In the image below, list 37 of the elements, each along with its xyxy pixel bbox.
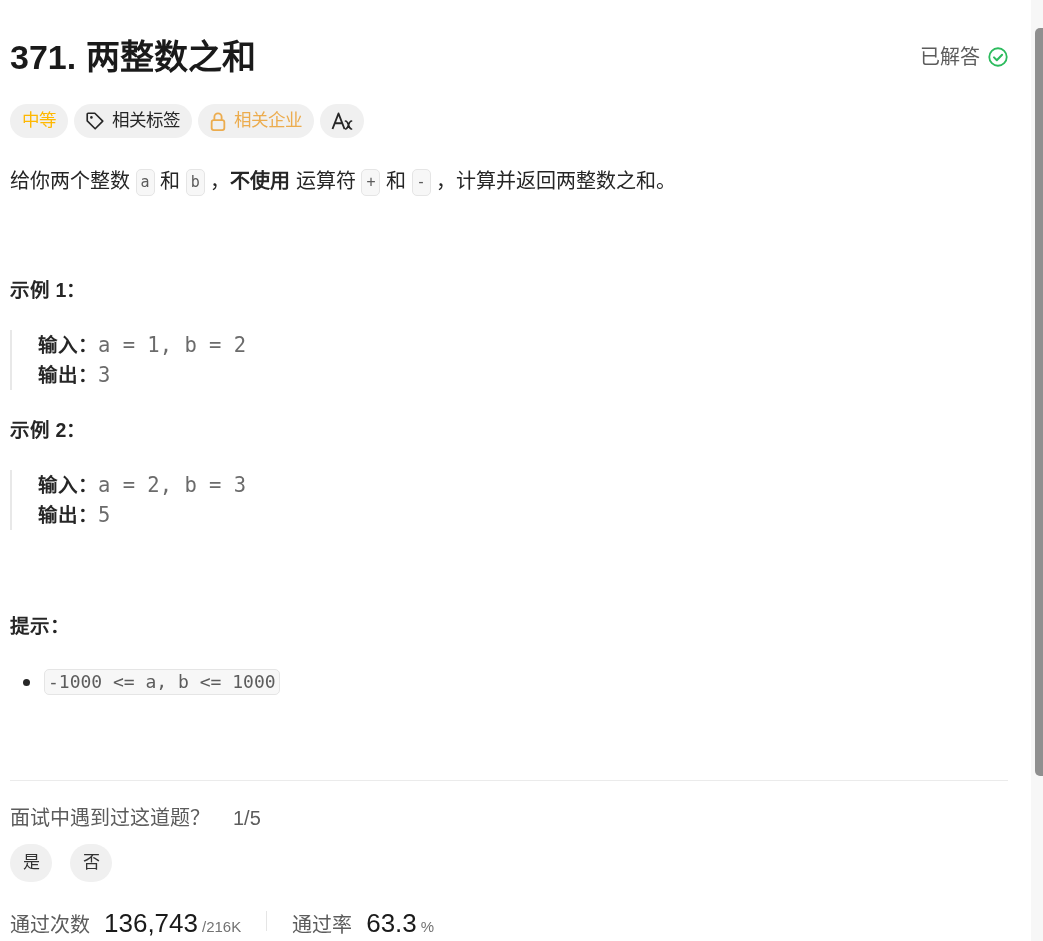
hints-heading: 提示： [10,614,71,639]
constraint-code: -1000 <= a, b <= 1000 [44,669,280,695]
vote-button[interactable]: 是 [10,844,52,882]
topics-button[interactable]: 相关标签 [74,104,192,138]
inline-code: b [185,169,205,197]
problem-title: 371. 两整数之和 [10,37,256,78]
stat-label: 通过次数 [10,913,90,938]
interview-question: 面试中遇到过这道题？ [10,807,210,829]
example-label: 输入： [38,334,98,356]
stat-suffix: % [420,917,435,937]
lock-icon [210,111,226,131]
bullet-icon [23,678,30,686]
stat-label: 通过率 [292,913,353,938]
stat-value: 136,743 [104,907,198,940]
problem-description: 给你两个整数 a 和 b ，不使用 运算符 + 和 - ，计算并返回两整数之和。 [10,165,1008,197]
example-label: 输出： [38,364,98,386]
inline-code: + [361,169,381,197]
inline-code: a [135,169,155,197]
inline-code: - [411,169,431,197]
translate-button[interactable] [320,104,364,138]
example-value: a = 2, b = 3 [98,473,247,497]
tag-icon [86,112,104,130]
interview-count: 1/5 [233,807,261,829]
solved-status: 已解答 [920,45,980,70]
example-label: 输出： [38,504,98,526]
scrollbar-thumb[interactable] [1035,28,1043,776]
example-label: 输入： [38,474,98,496]
translate-icon [331,112,353,130]
example-heading: 示例 2： [10,418,88,443]
example-value: a = 1, b = 2 [98,333,247,357]
vote-button[interactable]: 否 [70,844,112,882]
example-value: 5 [98,503,111,527]
example-heading: 示例 1： [10,278,88,303]
stat-suffix: /216K [202,917,242,937]
example-value: 3 [98,363,111,387]
difficulty-badge: 中等 [10,104,68,138]
stat-value: 63.3 [366,907,417,940]
